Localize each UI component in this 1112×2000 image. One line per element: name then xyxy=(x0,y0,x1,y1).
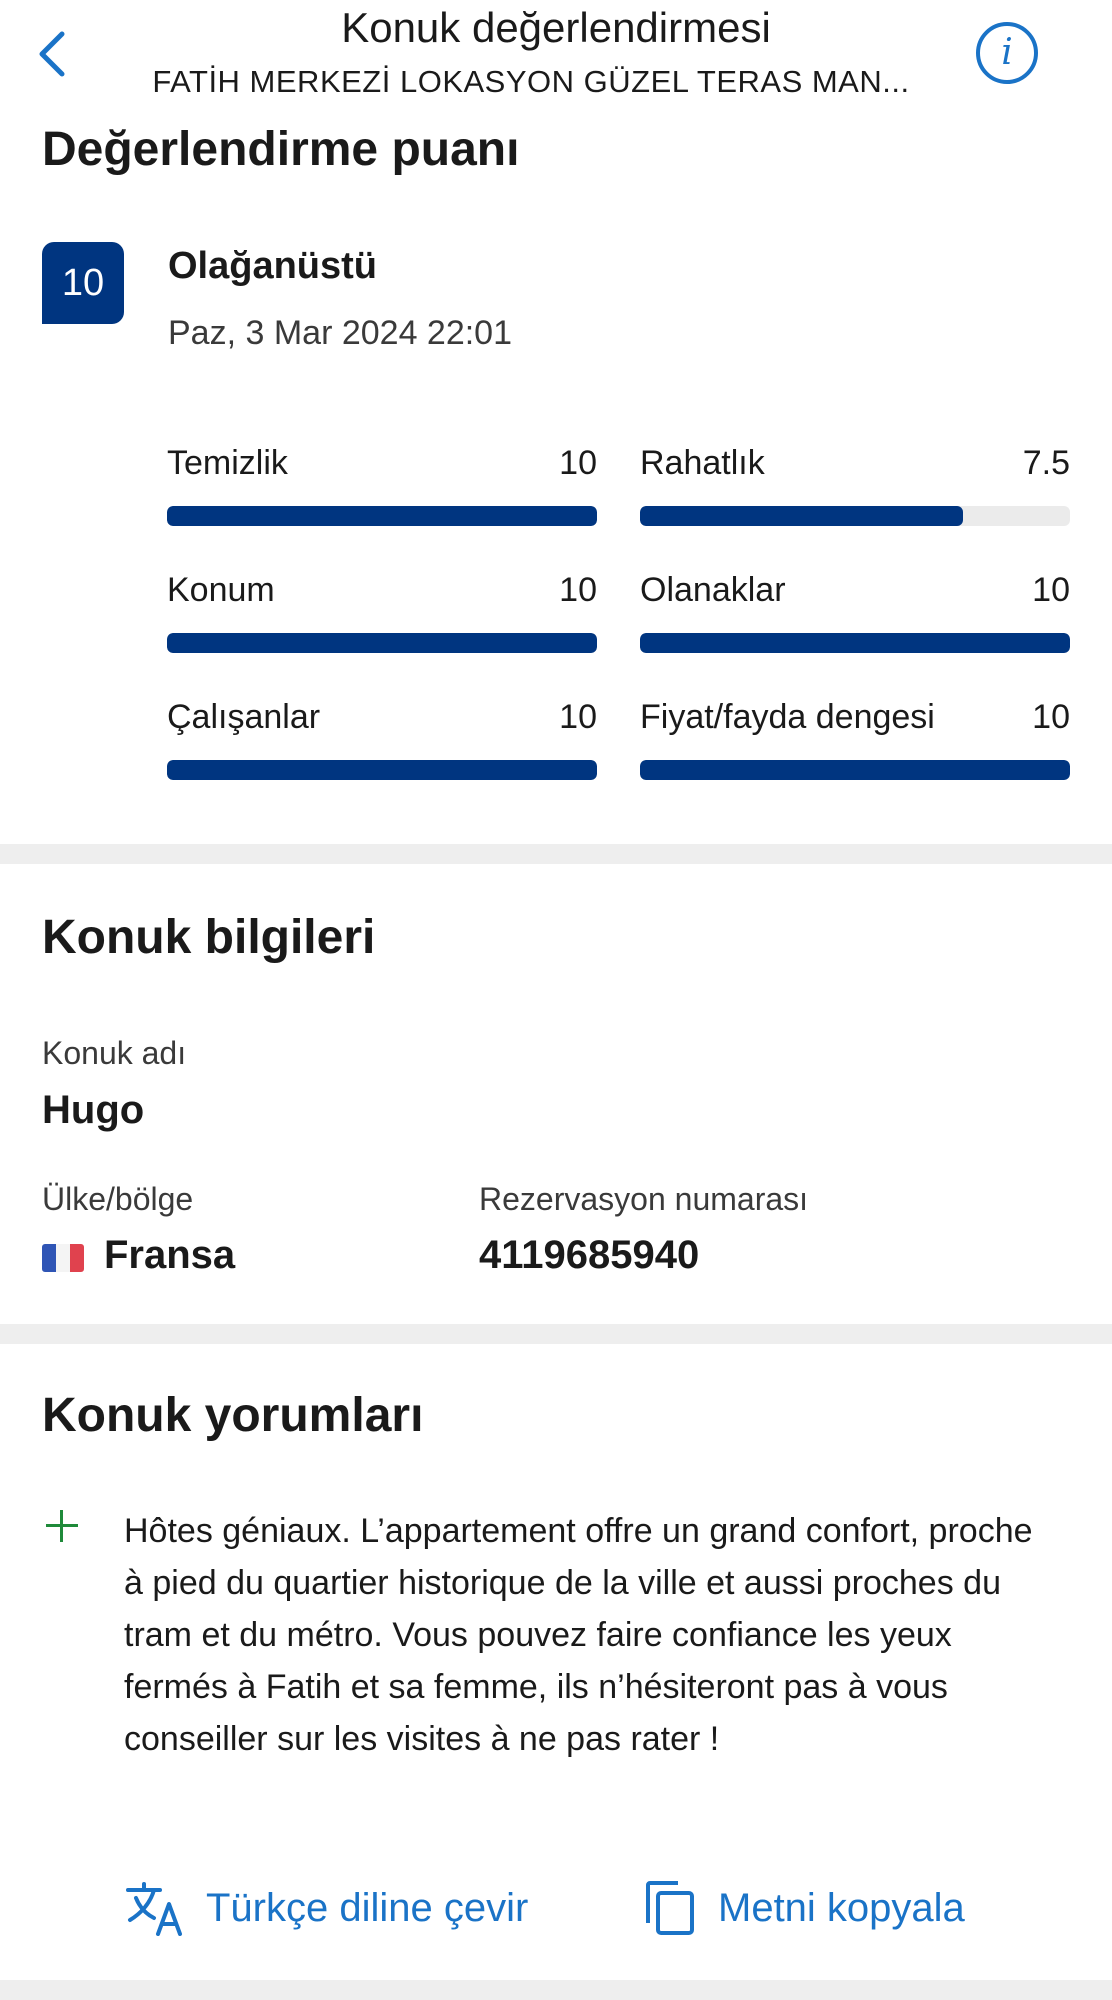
property-name: FATİH MERKEZİ LOKASYON GÜZEL TERAS MAN..… xyxy=(152,64,910,99)
category-value: 10 xyxy=(559,571,597,609)
translate-button[interactable]: Türkçe diline çevir xyxy=(124,1878,528,1938)
category-name: Çalışanlar xyxy=(167,698,321,736)
category-bar-fill xyxy=(640,760,1070,780)
comments-section-title: Konuk yorumları xyxy=(42,1389,424,1442)
category-value: 7.5 xyxy=(1022,444,1070,482)
copy-icon xyxy=(646,1881,694,1935)
section-divider xyxy=(0,844,1112,864)
score-badge: 10 xyxy=(42,242,124,324)
rating-section-title: Değerlendirme puanı xyxy=(42,123,520,176)
category-bar xyxy=(640,760,1070,780)
info-icon: i xyxy=(1001,32,1013,73)
category-name: Rahatlık xyxy=(640,444,765,482)
category-bar-fill xyxy=(167,506,597,526)
reservation-number: 4119685940 xyxy=(479,1233,700,1277)
section-divider xyxy=(0,1980,1112,2000)
guest-review-screen: Konuk değerlendirmesi FATİH MERKEZİ LOKA… xyxy=(0,0,1112,2000)
translate-label: Türkçe diline çevir xyxy=(206,1885,529,1930)
category-bar xyxy=(640,633,1070,653)
category-name: Temizlik xyxy=(167,444,288,482)
category-value: 10 xyxy=(559,698,597,736)
plus-icon xyxy=(46,1510,78,1542)
category-bar xyxy=(640,506,1070,526)
category-rating: Çalışanlar 10 xyxy=(167,698,597,788)
positive-comment-text: Hôtes géniaux. L’appartement offre un gr… xyxy=(124,1512,1033,1758)
country-value: Fransa xyxy=(104,1233,236,1277)
category-rating: Konum 10 xyxy=(167,571,597,661)
copy-label: Metni kopyala xyxy=(718,1885,965,1930)
category-bar-fill xyxy=(640,506,963,526)
category-name: Konum xyxy=(167,571,275,609)
category-rating: Olanaklar 10 xyxy=(640,571,1070,661)
category-name: Fiyat/fayda dengesi xyxy=(640,698,935,736)
category-bar xyxy=(167,506,597,526)
review-date: Paz, 3 Mar 2024 22:01 xyxy=(168,314,513,352)
category-bar-fill xyxy=(167,760,597,780)
guest-name-label: Konuk adı xyxy=(42,1035,187,1071)
category-bar-fill xyxy=(640,633,1070,653)
score-label: Olağanüstü xyxy=(168,245,378,287)
reservation-number-label: Rezervasyon numarası xyxy=(479,1181,809,1217)
flag-france-icon xyxy=(42,1244,84,1272)
country-label: Ülke/bölge xyxy=(42,1181,194,1217)
category-value: 10 xyxy=(559,444,597,482)
category-rating: Fiyat/fayda dengesi 10 xyxy=(640,698,1070,788)
section-divider xyxy=(0,1324,1112,1344)
guest-info-section-title: Konuk bilgileri xyxy=(42,911,376,964)
category-rating: Temizlik 10 xyxy=(167,444,597,534)
page-title: Konuk değerlendirmesi xyxy=(341,4,771,51)
copy-text-button[interactable]: Metni kopyala xyxy=(644,1878,965,1938)
category-value: 10 xyxy=(1032,698,1070,736)
category-bar-fill xyxy=(167,633,597,653)
top-nav-bar: Konuk değerlendirmesi FATİH MERKEZİ LOKA… xyxy=(0,0,1112,110)
guest-name: Hugo xyxy=(42,1088,145,1132)
category-rating: Rahatlık 7.5 xyxy=(640,444,1070,534)
category-value: 10 xyxy=(1032,571,1070,609)
translate-icon xyxy=(126,1882,182,1936)
category-bar xyxy=(167,633,597,653)
category-name: Olanaklar xyxy=(640,571,786,609)
category-bar xyxy=(167,760,597,780)
info-button[interactable]: i xyxy=(976,22,1038,84)
